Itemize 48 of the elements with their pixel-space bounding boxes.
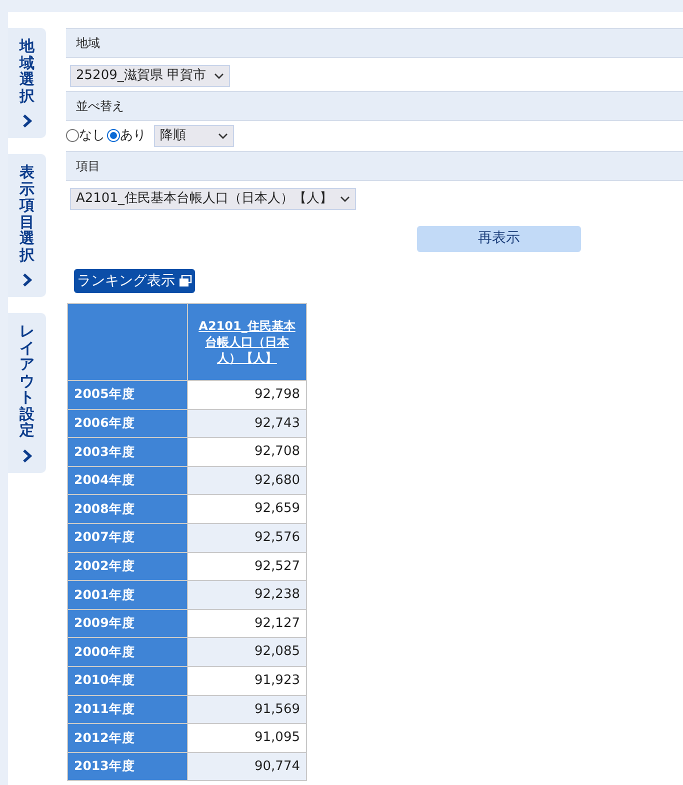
dropdown[interactable]: 降順 bbox=[154, 124, 234, 147]
year-cell: 2004年度 bbox=[68, 466, 188, 495]
side-tab[interactable]: レイアウト設定 bbox=[8, 313, 46, 472]
chevron-right-icon bbox=[22, 114, 32, 128]
value-cell: 92,680 bbox=[188, 466, 306, 495]
value-cell: 92,798 bbox=[188, 380, 306, 410]
year-cell: 2009年度 bbox=[68, 609, 188, 638]
dropdown[interactable]: 25209_滋賀県 甲賀市 bbox=[70, 64, 230, 87]
value-cell: 92,127 bbox=[188, 609, 306, 638]
caret-icon bbox=[218, 132, 228, 139]
year-cell: 2006年度 bbox=[68, 409, 188, 438]
caret-icon bbox=[214, 72, 224, 79]
chevron-right-icon bbox=[22, 273, 32, 287]
radio-option[interactable]: あり bbox=[107, 126, 146, 146]
section-header: 地域 bbox=[66, 28, 683, 58]
year-cell: 2012年度 bbox=[68, 724, 188, 752]
year-cell: 2007年度 bbox=[68, 523, 188, 552]
section-header: 並べ替え bbox=[66, 90, 683, 121]
section-header: 項目 bbox=[66, 150, 683, 181]
redisplay-button[interactable]: 再表示 bbox=[417, 226, 581, 252]
windows-icon bbox=[179, 275, 192, 287]
value-cell: 92,576 bbox=[188, 523, 306, 552]
value-cell: 92,527 bbox=[188, 552, 306, 581]
chevron-right-icon bbox=[22, 448, 32, 462]
ranking-button[interactable]: ランキング表示 bbox=[74, 269, 195, 293]
year-cell: 2011年度 bbox=[68, 695, 188, 724]
year-cell: 2005年度 bbox=[68, 380, 188, 410]
side-tab[interactable]: 表示項目選択 bbox=[8, 154, 46, 297]
value-cell: 92,659 bbox=[188, 494, 306, 524]
value-cell: 92,708 bbox=[188, 438, 306, 466]
caret-icon bbox=[340, 196, 350, 202]
year-cell: 2013年度 bbox=[68, 752, 188, 781]
year-cell: 2002年度 bbox=[68, 552, 188, 581]
value-cell: 91,923 bbox=[188, 666, 306, 696]
dropdown[interactable]: A2101_住民基本台帳人口（日本人）【人】 bbox=[70, 188, 356, 210]
value-cell: 90,774 bbox=[188, 752, 306, 781]
side-tab[interactable]: 地域選択 bbox=[8, 28, 46, 138]
year-cell: 2000年度 bbox=[68, 638, 188, 666]
year-cell: 2008年度 bbox=[68, 494, 188, 524]
value-cell: 92,743 bbox=[188, 409, 306, 438]
radio-option[interactable]: なし bbox=[66, 126, 105, 146]
value-cell: 91,095 bbox=[188, 724, 306, 752]
year-cell: 2003年度 bbox=[68, 438, 188, 466]
year-cell: 2001年度 bbox=[68, 580, 188, 610]
value-cell: 92,238 bbox=[188, 580, 306, 610]
value-cell: 91,569 bbox=[188, 695, 306, 724]
value-cell: 92,085 bbox=[188, 638, 306, 666]
year-cell: 2010年度 bbox=[68, 666, 188, 696]
